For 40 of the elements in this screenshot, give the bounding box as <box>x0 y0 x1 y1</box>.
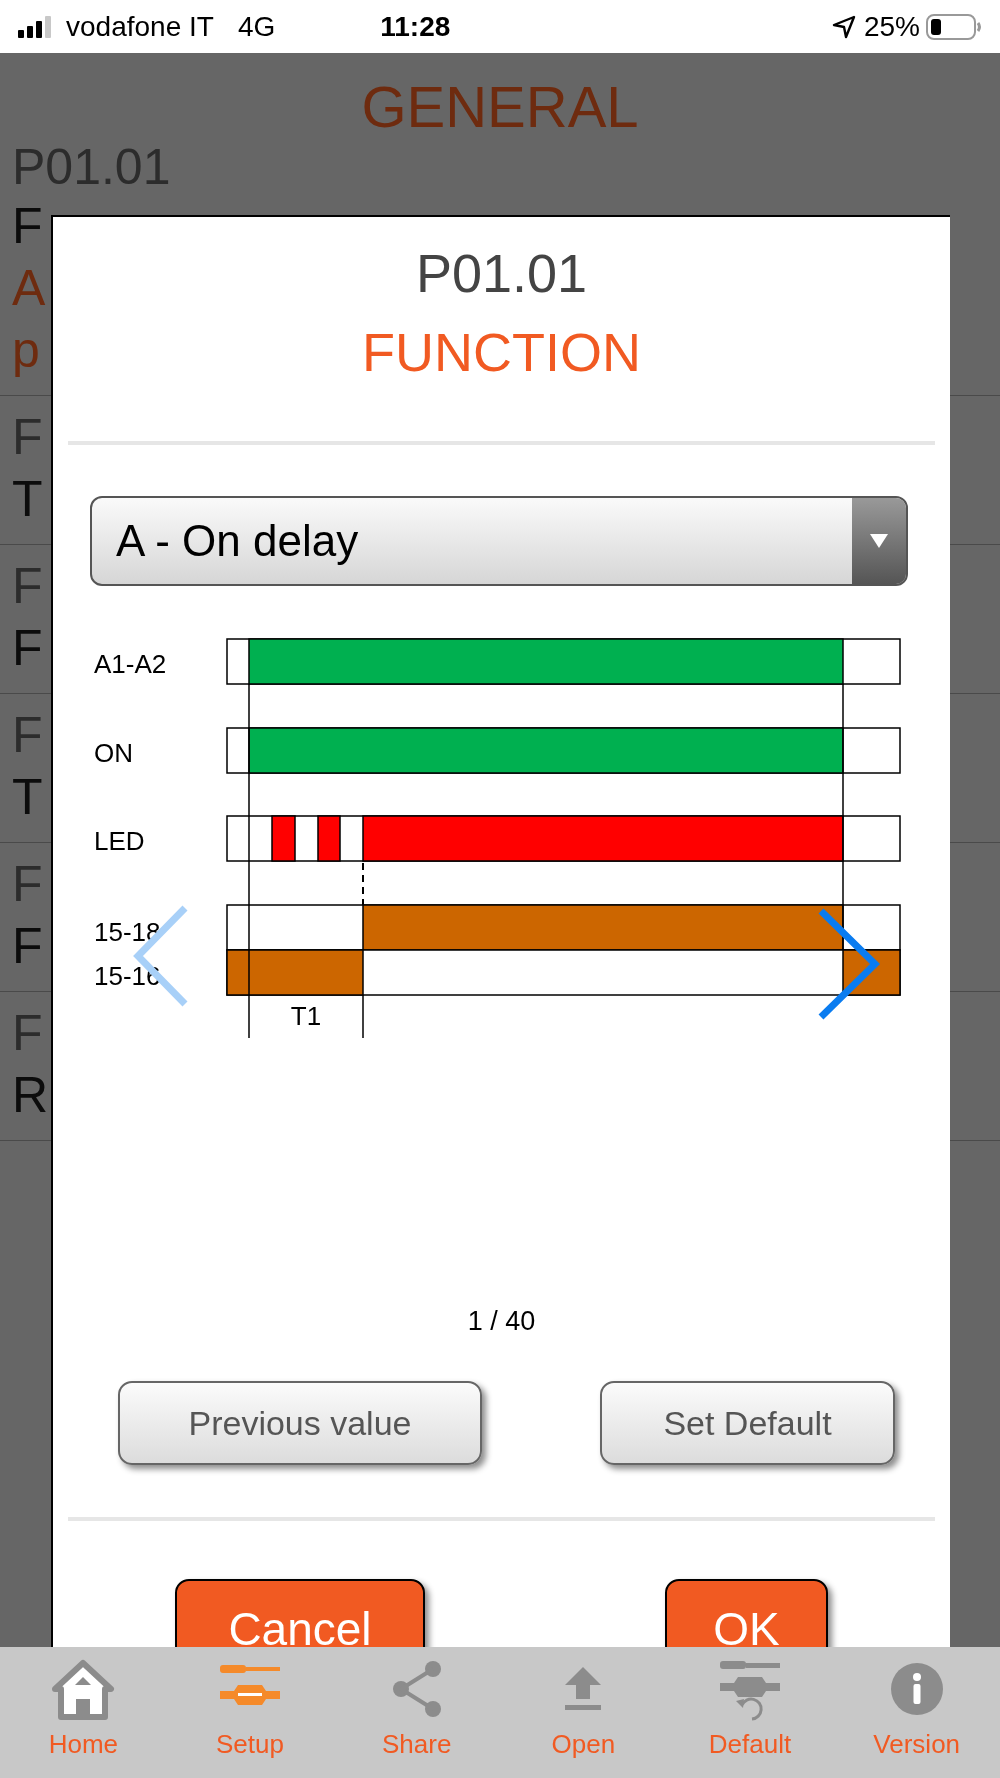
dropdown-caret-icon <box>870 534 888 548</box>
set-default-button[interactable]: Set Default <box>600 1381 895 1465</box>
function-select[interactable]: A - On delay <box>90 496 908 586</box>
page-counter: 1 / 40 <box>467 1305 536 1337</box>
signal-label: LED <box>94 826 145 856</box>
row-text: F <box>12 619 43 678</box>
row-text: A <box>12 259 46 318</box>
tab[interactable]: Home <box>0 1647 167 1778</box>
location-icon <box>831 14 856 39</box>
row-text: F <box>12 557 43 616</box>
previous-value-button[interactable]: Previous value <box>118 1381 482 1465</box>
cancel-button[interactable]: Cancel <box>175 1579 425 1647</box>
row-text: F <box>12 197 43 256</box>
row-text: T <box>12 768 43 827</box>
battery-percent: 25% <box>863 9 920 44</box>
signal-label: A1-A2 <box>94 649 167 679</box>
ok-button[interactable]: OK <box>665 1579 828 1647</box>
tab[interactable]: Version <box>833 1647 1000 1778</box>
clock: 11:28 <box>380 9 451 44</box>
tab[interactable]: Share <box>333 1647 500 1778</box>
row-text: F <box>12 917 43 976</box>
signal-label: ON <box>94 738 133 768</box>
interval-label: T1 <box>290 1001 322 1031</box>
row-text: p <box>12 321 40 380</box>
network-type: 4G <box>237 9 276 44</box>
tab[interactable]: Open <box>500 1647 667 1778</box>
tab[interactable]: Default <box>666 1647 834 1778</box>
carrier-name: vodafone IT <box>66 9 214 44</box>
battery-icon <box>926 13 982 40</box>
screen-title: GENERAL <box>360 73 640 139</box>
parameter-title: FUNCTION <box>362 321 641 383</box>
row-text: F <box>12 1004 43 1063</box>
tab[interactable]: Setup <box>166 1647 334 1778</box>
row-text: F <box>12 408 43 467</box>
row-text: F <box>12 706 43 765</box>
parameter-code: P01.01 <box>415 243 588 303</box>
row-text: T <box>12 470 43 529</box>
row-text: P01.01 <box>12 139 171 195</box>
row-text: R <box>12 1066 49 1125</box>
row-text: F <box>12 855 43 914</box>
